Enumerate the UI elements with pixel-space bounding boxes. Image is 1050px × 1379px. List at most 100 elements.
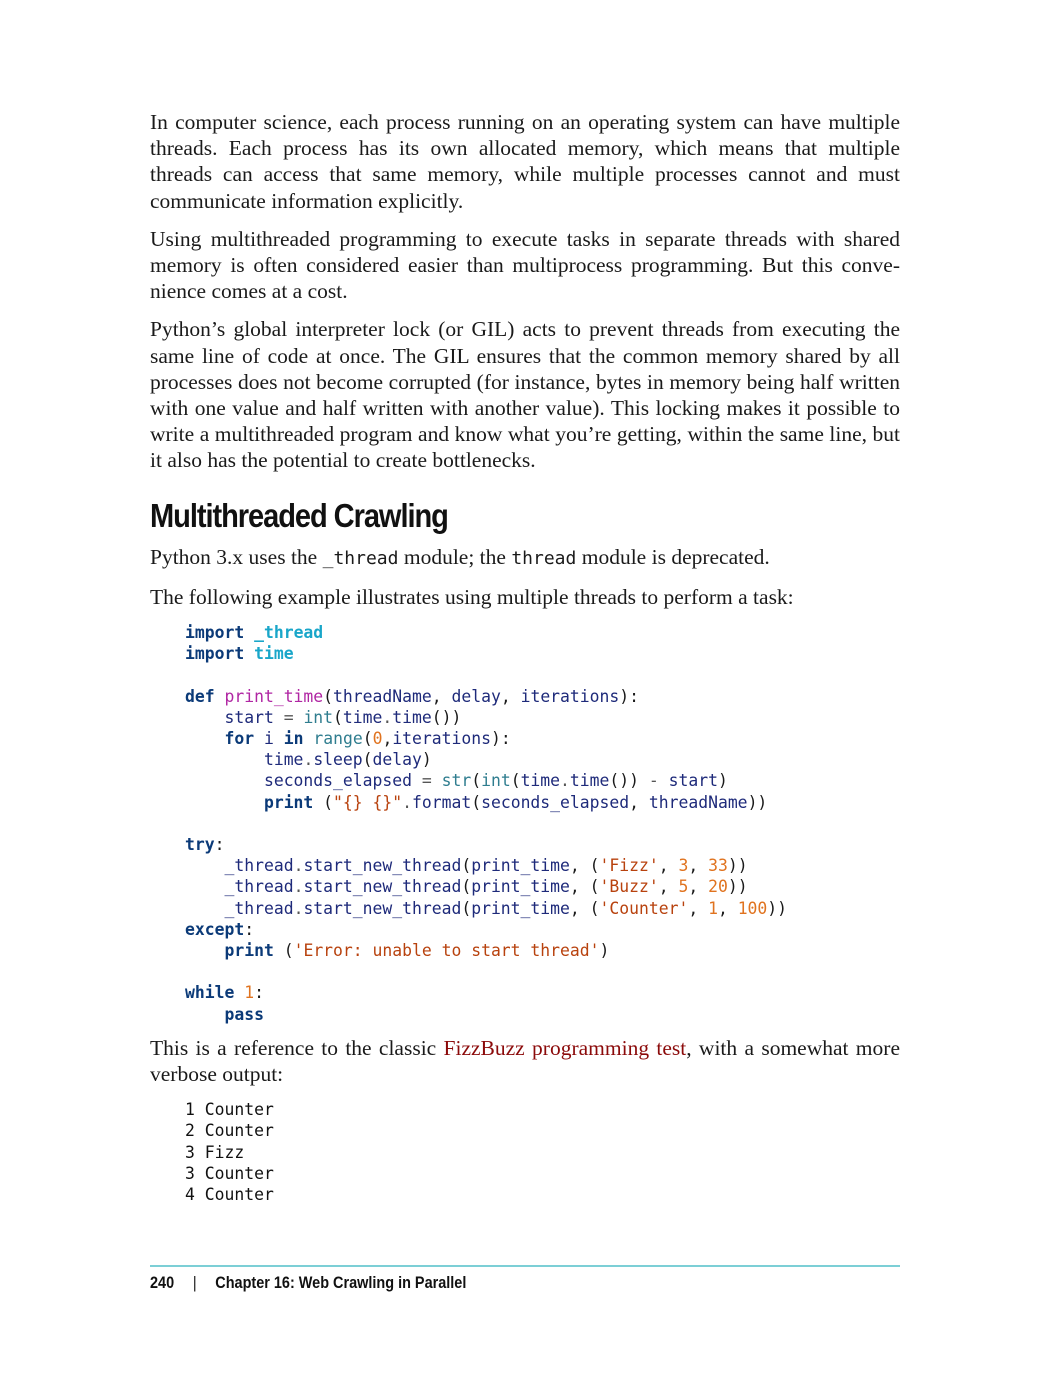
code-token: ( <box>510 771 521 791</box>
code-token: , <box>431 686 452 706</box>
paragraph-multithreaded-programming: Using multithreaded programming to execu… <box>150 226 900 304</box>
code-token: ()) <box>431 707 462 727</box>
paragraph-fizzbuzz-reference: This is a reference to the classic FizzB… <box>150 1035 900 1087</box>
page-number: 240 <box>150 1273 175 1292</box>
paragraph-thread-module: Python 3.x uses the _thread module; the … <box>150 544 900 572</box>
code-token: except <box>185 919 245 939</box>
code-token: 0 <box>372 729 383 749</box>
code-token: _thread <box>254 623 324 643</box>
code-token: ()) <box>609 771 649 791</box>
code-token: 'Counter' <box>599 898 689 918</box>
code-token: = <box>273 707 304 727</box>
code-token: , <box>658 877 679 897</box>
output-block: 1 Counter 2 Counter 3 Fizz 3 Counter 4 Count… <box>185 1099 900 1205</box>
code-token: time <box>263 750 304 770</box>
code-token: ( <box>333 707 343 727</box>
code-token: , <box>688 877 709 897</box>
output-line: 4 Counter <box>185 1185 274 1205</box>
code-token: seconds_elapsed <box>263 771 412 791</box>
code-token: ): <box>491 729 511 749</box>
code-token: ( <box>313 792 334 812</box>
code-line: for i in range(0,iterations): <box>185 728 900 749</box>
code-token: ( <box>461 856 472 876</box>
code-line: _thread.start_new_thread(print_time, ('C… <box>185 898 900 919</box>
page-footer: 240 | Chapter 16: Web Crawling in Parallel <box>150 1273 466 1293</box>
code-token: import <box>185 623 245 643</box>
code-token: int <box>303 707 334 727</box>
inline-code-thread-underscore: _thread <box>322 547 399 569</box>
code-token: threadName <box>648 792 748 812</box>
code-token: ) <box>599 941 610 961</box>
code-token: print_time <box>224 686 324 706</box>
output-line: 3 Counter <box>185 1163 274 1183</box>
code-token: print_time <box>471 898 570 918</box>
code-line: while 1: <box>185 982 900 1003</box>
code-line: except: <box>185 919 900 940</box>
code-line: print ("{} {}".format(seconds_elapsed, t… <box>185 792 900 813</box>
code-token: time <box>342 707 383 727</box>
code-token: , <box>688 856 709 876</box>
code-token: ): <box>619 686 640 706</box>
code-token: - <box>648 771 659 791</box>
code-token: start <box>224 707 274 727</box>
code-token: iterations <box>392 729 491 749</box>
code-token: time <box>569 771 610 791</box>
output-line: 3 Fizz <box>185 1142 245 1162</box>
code-token: start <box>668 771 718 791</box>
code-token: . <box>293 877 304 897</box>
code-token: sleep <box>313 750 363 770</box>
fizzbuzz-link[interactable]: FizzBuzz programming test <box>444 1036 687 1060</box>
output-line: 1 Counter <box>185 1100 274 1120</box>
code-line: import time <box>185 643 900 664</box>
code-token: str <box>441 771 472 791</box>
code-token: ( <box>471 771 482 791</box>
code-token: start_new_thread <box>303 898 462 918</box>
section-heading: Multithreaded Crawling <box>150 496 449 534</box>
code-token: time <box>392 707 432 727</box>
code-token: : <box>214 835 225 855</box>
footer-separator: | <box>192 1273 197 1292</box>
code-token: ( <box>273 941 294 961</box>
code-token: . <box>560 771 570 791</box>
code-token: threadName <box>333 686 432 706</box>
code-token: ) <box>717 771 728 791</box>
code-line: time.sleep(delay) <box>185 749 900 770</box>
code-token: 'Buzz' <box>599 877 659 897</box>
code-token: print <box>224 941 274 961</box>
code-token: . <box>293 898 304 918</box>
code-token: 1 <box>708 898 718 918</box>
code-token: )) <box>727 877 748 897</box>
code-token: int <box>481 771 511 791</box>
intro-text-1: Python 3.x uses the <box>150 544 323 569</box>
code-token: . <box>293 856 304 876</box>
code-token: start_new_thread <box>303 856 462 876</box>
chapter-title: Chapter 16: Web Crawling in Parallel <box>215 1273 467 1292</box>
code-token: ( <box>362 729 373 749</box>
code-line: def print_time(threadName, delay, iterat… <box>185 686 900 707</box>
footer-rule <box>150 1265 900 1267</box>
code-token: ( <box>461 877 472 897</box>
code-token: 3 <box>678 856 689 876</box>
code-token: ( <box>471 792 482 812</box>
code-token: , <box>382 729 393 749</box>
code-token: time <box>254 644 294 664</box>
code-token: while <box>185 983 235 1003</box>
code-token: print <box>263 792 314 812</box>
code-token: 'Fizz' <box>599 856 659 876</box>
code-token: iterations <box>520 686 620 706</box>
code-token: print_time <box>471 877 570 897</box>
code-line: pass <box>185 1004 900 1025</box>
code-token: ) <box>421 750 432 770</box>
code-token: range <box>313 729 363 749</box>
